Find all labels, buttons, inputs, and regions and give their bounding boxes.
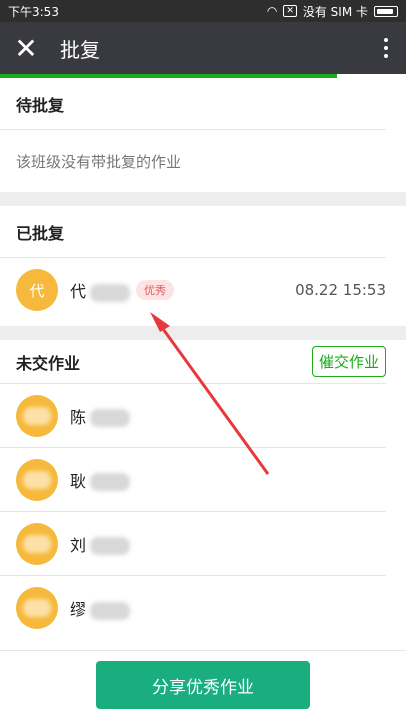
excellent-badge: 优秀 xyxy=(136,280,175,300)
close-icon: ✕ xyxy=(14,31,38,65)
review-time: 08.22 15:53 xyxy=(295,281,386,299)
avatar xyxy=(16,587,58,629)
pending-empty-message: 该班级没有带批复的作业 xyxy=(16,152,182,171)
wifi-icon: ◠ xyxy=(266,4,278,18)
not-submitted-header: 未交作业 催交作业 xyxy=(0,340,386,384)
student-name: 缪 xyxy=(70,596,131,620)
student-name: 刘 xyxy=(70,532,131,556)
list-item[interactable]: 刘 xyxy=(0,512,386,576)
reviewed-section: 已批复 代 代 优秀 08.22 15:53 xyxy=(0,206,406,326)
not-submitted-section: 未交作业 催交作业 陈 耿 刘 缪 xyxy=(0,340,406,650)
urge-submit-button[interactable]: 催交作业 xyxy=(311,346,386,377)
battery-icon xyxy=(374,5,398,17)
blurred-name xyxy=(90,409,131,427)
pending-section: 待批复 该班级没有带批复的作业 xyxy=(0,78,406,192)
not-submitted-title: 未交作业 xyxy=(16,353,81,373)
status-bar: 下午3:53 ◠ ✕ 没有 SIM 卡 xyxy=(0,0,406,22)
blurred-name xyxy=(90,601,131,620)
reviewed-title: 已批复 xyxy=(0,206,386,258)
list-item[interactable]: 陈 xyxy=(0,384,386,448)
avatar xyxy=(16,458,58,501)
student-name: 耿 xyxy=(70,468,131,492)
pending-title: 待批复 xyxy=(0,78,386,130)
avatar xyxy=(16,394,58,437)
page-title: 批复 xyxy=(60,37,100,62)
sim-icon: ✕ xyxy=(283,5,297,17)
status-time: 下午3:53 xyxy=(8,4,59,19)
list-item[interactable]: 缪 xyxy=(0,576,386,640)
blurred-name xyxy=(90,473,131,491)
status-icons: ◠ ✕ 没有 SIM 卡 xyxy=(267,3,398,20)
blurred-name xyxy=(90,283,131,302)
more-icon xyxy=(384,38,388,42)
student-name: 陈 xyxy=(70,404,131,428)
more-options-button[interactable] xyxy=(366,22,406,74)
nav-bar: ✕ 批复 xyxy=(0,22,406,74)
share-excellent-button[interactable]: 分享优秀作业 xyxy=(96,661,310,709)
avatar xyxy=(16,522,58,565)
student-name: 代 xyxy=(70,278,131,302)
close-button[interactable]: ✕ xyxy=(0,22,52,74)
list-item[interactable]: 耿 xyxy=(0,448,386,512)
reviewed-row[interactable]: 代 代 优秀 08.22 15:53 xyxy=(0,258,386,322)
blurred-name xyxy=(90,537,131,555)
bottom-bar: 分享优秀作业 xyxy=(0,650,406,719)
avatar: 代 xyxy=(16,269,58,311)
carrier-text: 没有 SIM 卡 xyxy=(302,4,368,19)
